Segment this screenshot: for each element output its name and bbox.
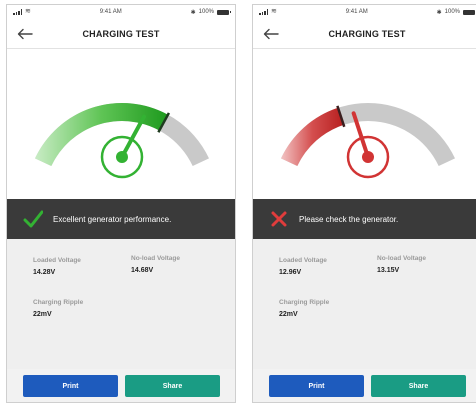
loaded-voltage-value: 14.28V [33,269,56,276]
status-time: 9:41 AM [99,9,122,15]
gauge-area [7,49,235,199]
bluetooth-icon: ✱ [436,9,442,16]
wifi-icon: ≋ [25,8,31,15]
charging-ripple-value: 22mV [279,311,298,318]
nav-bar: CHARGING TEST [7,19,235,49]
loaded-voltage-label: Loaded Voltage [33,257,81,264]
status-bar: ≋ 9:41 AM ✱ 100% [7,5,235,19]
no-load-voltage: No-load Voltage 14.68V [131,255,180,274]
charging-ripple-label: Charging Ripple [279,299,330,306]
bluetooth-icon: ✱ [190,9,196,16]
charging-ripple: Charging Ripple 22mV [33,299,83,318]
cross-icon [271,211,287,227]
status-message: Excellent generator performance. [53,214,172,224]
battery-percent: 100% [444,9,460,15]
performance-gauge [34,103,210,179]
gauge-area [253,49,476,199]
wifi-icon: ≋ [271,8,277,15]
print-button[interactable]: Print [23,375,118,397]
performance-gauge [280,103,456,179]
loaded-voltage: Loaded Voltage 14.28V [33,257,81,276]
charging-ripple-value: 22mV [33,311,52,318]
charging-ripple: Charging Ripple 22mV [279,299,329,318]
status-time: 9:41 AM [345,9,368,15]
status-message-bar: Please check the generator. [253,199,476,239]
no-load-voltage-value: 14.68V [131,267,154,274]
back-arrow-icon[interactable] [17,28,33,40]
readings-panel: Loaded Voltage 14.28V No-load Voltage 14… [7,239,235,369]
checkmark-icon [23,210,43,228]
page-title: CHARGING TEST [328,28,406,39]
battery-icon [463,9,476,15]
charging-test-screen-bad: ≋ 9:41 AM ✱ 100% CHARGING TEST Please ch… [252,4,476,403]
signal-icon [13,9,22,15]
readings-panel: Loaded Voltage 12.96V No-load Voltage 13… [253,239,476,369]
no-load-voltage-label: No-load Voltage [131,255,180,262]
action-buttons: Print Share [253,375,476,399]
nav-bar: CHARGING TEST [253,19,476,49]
status-bar: ≋ 9:41 AM ✱ 100% [253,5,476,19]
no-load-voltage-value: 13.15V [377,267,400,274]
loaded-voltage-value: 12.96V [279,269,302,276]
share-button[interactable]: Share [125,375,220,397]
page-title: CHARGING TEST [82,28,160,39]
action-buttons: Print Share [7,375,235,399]
print-button[interactable]: Print [269,375,364,397]
signal-icon [259,9,268,15]
loaded-voltage-label: Loaded Voltage [279,257,327,264]
status-message: Please check the generator. [299,214,399,224]
charging-ripple-label: Charging Ripple [33,299,84,306]
no-load-voltage: No-load Voltage 13.15V [377,255,426,274]
back-arrow-icon[interactable] [263,28,279,40]
no-load-voltage-label: No-load Voltage [377,255,426,262]
gauge-fill [280,107,344,167]
gauge-hub-dot [116,151,128,163]
loaded-voltage: Loaded Voltage 12.96V [279,257,327,276]
gauge-hub-dot [362,151,374,163]
charging-test-screen-good: ≋ 9:41 AM ✱ 100% CHARGING TEST Excellent… [6,4,236,403]
battery-percent: 100% [198,9,214,15]
share-button[interactable]: Share [371,375,466,397]
status-message-bar: Excellent generator performance. [7,199,235,239]
battery-icon [217,9,231,15]
